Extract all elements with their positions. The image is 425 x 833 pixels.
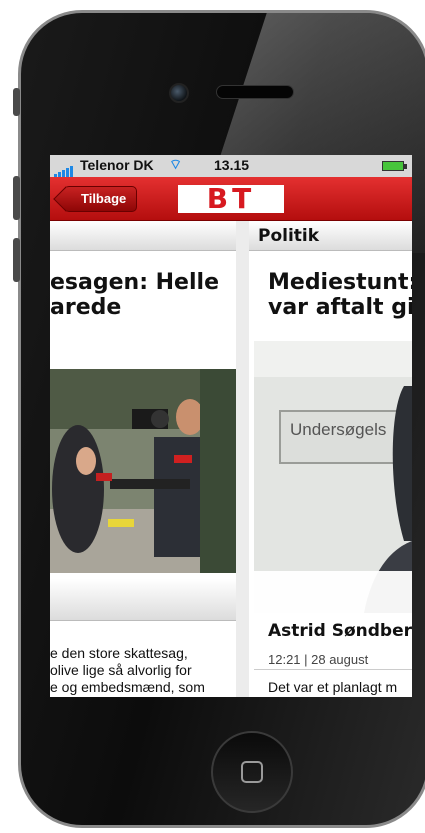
left-article-headline[interactable]: esagen: Helle arede (50, 270, 236, 322)
right-article-body: Det var et planlagt m skatteminister Tro… (268, 679, 398, 697)
volume-up-button[interactable] (13, 176, 20, 220)
caption-overlay (254, 571, 412, 613)
meta-divider (254, 669, 412, 670)
front-camera (169, 83, 189, 103)
wifi-icon: ⌔ (169, 156, 183, 172)
section-title-politik: Politik (249, 221, 412, 251)
status-bar: Telenor DK ⌔ 13.15 (50, 155, 412, 177)
left-article-body: e den store skattesag, olive lige så alv… (50, 645, 205, 695)
right-article-photo[interactable]: Undersøgels (254, 341, 412, 613)
home-square-icon (241, 761, 263, 783)
status-time: 13.15 (214, 157, 250, 173)
mute-switch[interactable] (13, 88, 20, 116)
carrier-name: Telenor DK (80, 157, 154, 173)
earpiece-speaker (216, 85, 294, 99)
article-pager[interactable]: esagen: Helle arede e den store skattesa… (50, 221, 412, 697)
signal-strength-icon (54, 161, 74, 177)
home-button[interactable] (211, 731, 293, 813)
left-article-photo[interactable] (50, 369, 236, 573)
photo-sign-text: Undersøgels (290, 420, 387, 439)
right-article-headline[interactable]: Mediestunt: var aftalt gin (268, 270, 412, 322)
article-timestamp: 12:21 | 28 august (268, 652, 369, 667)
left-section-bar (50, 221, 236, 251)
phone-screen: Telenor DK ⌔ 13.15 Tilbage BT esagen: He… (50, 155, 412, 697)
left-caption-bar (50, 579, 236, 621)
battery-icon (382, 161, 407, 171)
card-divider (236, 221, 249, 697)
right-photo-caption: Astrid Søndber (268, 621, 412, 641)
bt-logo: BT (178, 185, 284, 213)
back-button[interactable]: Tilbage (64, 186, 138, 212)
nav-bar: Tilbage BT (50, 177, 412, 221)
volume-down-button[interactable] (13, 238, 20, 282)
